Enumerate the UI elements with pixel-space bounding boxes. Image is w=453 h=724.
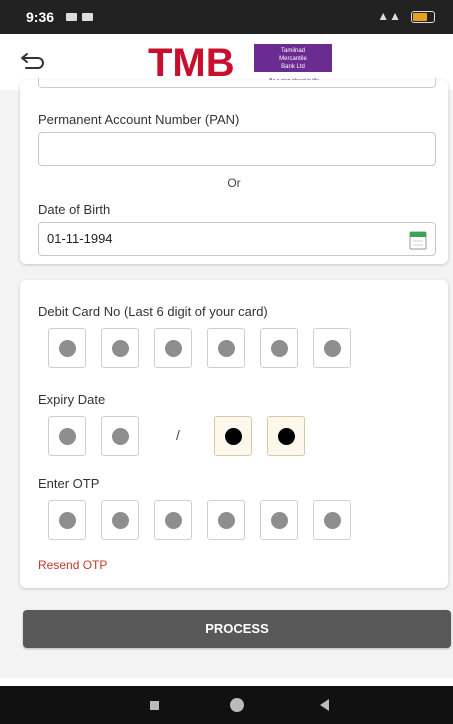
dob-label: Date of Birth: [38, 202, 111, 217]
debit-digit-1[interactable]: [48, 328, 86, 368]
nav-back-icon[interactable]: [320, 699, 329, 711]
calendar-icon[interactable]: [409, 230, 427, 250]
otp-digit-2[interactable]: [101, 500, 139, 540]
recent-apps-icon[interactable]: [150, 701, 159, 710]
or-text: Or: [227, 176, 241, 190]
home-icon[interactable]: [230, 698, 244, 712]
form-page: Permanent Account Number (PAN) Or Date o…: [0, 78, 453, 678]
debit-digit-4[interactable]: [207, 328, 245, 368]
system-nav-bar: [0, 686, 453, 724]
back-arrow-icon[interactable]: [18, 46, 48, 76]
otp-digit-6[interactable]: [313, 500, 351, 540]
status-time: 9:36: [26, 9, 55, 25]
otp-digit-5[interactable]: [260, 500, 298, 540]
debit-digit-2[interactable]: [101, 328, 139, 368]
previous-field: [38, 78, 436, 88]
dob-value: 01-11-1994: [47, 231, 113, 246]
logo-line-3: Bank Ltd: [281, 64, 305, 70]
status-bar: 9:36 ▲▲: [0, 0, 453, 34]
expiry-year-2[interactable]: [267, 416, 305, 456]
identity-card: Permanent Account Number (PAN) Or Date o…: [20, 78, 448, 264]
pan-input[interactable]: [38, 132, 436, 166]
resend-otp-link[interactable]: Resend OTP: [38, 558, 107, 572]
otp-digit-3[interactable]: [154, 500, 192, 540]
logo-line-2: Mercantile: [279, 56, 307, 62]
battery-icon: [411, 11, 435, 23]
logo-line-1: Tamilnad: [281, 48, 305, 54]
expiry-label: Expiry Date: [38, 392, 106, 407]
notification-icon: [66, 13, 77, 21]
expiry-month-2[interactable]: [101, 416, 139, 456]
dob-input[interactable]: 01-11-1994: [38, 222, 436, 256]
debit-card-label: Debit Card No (Last 6 digit of your card…: [38, 304, 268, 319]
debit-digit-5[interactable]: [260, 328, 298, 368]
verification-card: Debit Card No (Last 6 digit of your card…: [20, 280, 448, 588]
debit-digit-6[interactable]: [313, 328, 351, 368]
process-button[interactable]: PROCESS: [23, 610, 451, 648]
message-icon: [82, 13, 93, 21]
otp-digit-1[interactable]: [48, 500, 86, 540]
otp-digit-4[interactable]: [207, 500, 245, 540]
expiry-year-1[interactable]: [214, 416, 252, 456]
otp-label: Enter OTP: [38, 476, 100, 491]
debit-digit-3[interactable]: [154, 328, 192, 368]
signal-icon: ▲▲: [377, 9, 401, 23]
pan-label: Permanent Account Number (PAN): [38, 112, 240, 127]
expiry-month-1[interactable]: [48, 416, 86, 456]
expiry-separator: /: [176, 427, 180, 443]
